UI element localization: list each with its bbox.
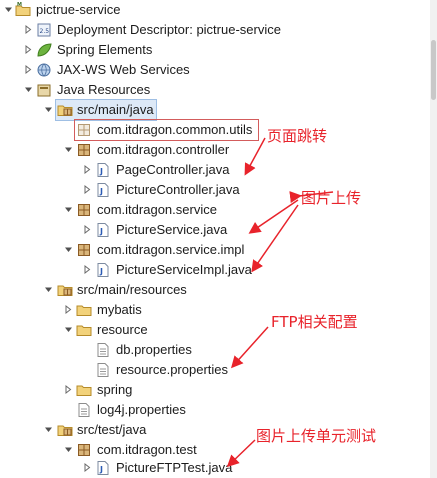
tree-label-mybatis: mybatis [97, 302, 142, 317]
java-file-icon [95, 262, 111, 278]
package-icon [76, 122, 92, 138]
tree-label-spring: spring [97, 382, 133, 397]
tree-row-spring-elements[interactable]: Spring Elements [0, 40, 430, 60]
folder-icon [76, 382, 92, 398]
tree-label-log4j-properties: log4j.properties [97, 402, 186, 417]
tree-label-service: com.itdragon.service [97, 202, 217, 217]
expand-arrow-icon[interactable] [24, 65, 33, 74]
java-file-icon [95, 162, 111, 178]
tree-row-project[interactable]: pictrue-service [0, 0, 430, 20]
tree-label-picture-service-impl: PictureServiceImpl.java [116, 262, 252, 277]
tree-label-db-properties: db.properties [116, 342, 192, 357]
tree-row-resource-properties[interactable]: resource.properties [0, 360, 430, 380]
tree-label-picture-service: PictureService.java [116, 222, 228, 237]
expand-arrow-icon[interactable] [83, 463, 92, 472]
collapse-arrow-icon[interactable] [64, 145, 73, 154]
scrollbar-thumb[interactable] [431, 40, 436, 100]
tree-row-picture-ftp-test[interactable]: PictureFTPTest.java [0, 458, 430, 478]
expand-arrow-icon[interactable] [83, 165, 92, 174]
expand-arrow-icon[interactable] [83, 185, 92, 194]
project-explorer-tree: pictrue-service Deployment Descriptor: p… [0, 0, 437, 478]
annotation-picture-upload: 图片上传 [301, 189, 362, 207]
package-icon [76, 442, 92, 458]
tree-label-controller: com.itdragon.controller [97, 142, 230, 157]
collapse-arrow-icon[interactable] [64, 205, 73, 214]
tree-row-spring[interactable]: spring [0, 380, 430, 400]
tree-label-src-main-resources: src/main/resources [77, 282, 187, 297]
collapse-arrow-icon[interactable] [4, 5, 13, 14]
tree-label-picture-controller: PictureController.java [116, 182, 240, 197]
java-interface-file-icon [95, 222, 111, 238]
tree-label-common-utils: com.itdragon.common.utils [97, 122, 253, 137]
collapse-arrow-icon[interactable] [44, 425, 53, 434]
java-file-icon [95, 460, 111, 476]
tree-label-resource-properties: resource.properties [116, 362, 228, 377]
annotation-unit-test: 图片上传单元测试 [256, 427, 377, 445]
tree-label-spring-elements: Spring Elements [57, 42, 153, 57]
package-icon [76, 142, 92, 158]
tree-label-service-impl: com.itdragon.service.impl [97, 242, 245, 257]
expand-arrow-icon[interactable] [83, 225, 92, 234]
source-folder-icon [57, 282, 73, 298]
java-resources-icon [36, 82, 52, 98]
tree-row-db-properties[interactable]: db.properties [0, 340, 430, 360]
tree-row-jaxws[interactable]: JAX-WS Web Services [0, 60, 430, 80]
collapse-arrow-icon[interactable] [44, 285, 53, 294]
vertical-scrollbar[interactable] [430, 0, 437, 478]
tree-label-page-controller: PageController.java [116, 162, 230, 177]
java-file-icon [95, 182, 111, 198]
collapse-arrow-icon[interactable] [64, 325, 73, 334]
tree-label-project: pictrue-service [36, 2, 121, 17]
tree-label-resource: resource [97, 322, 148, 337]
properties-file-icon [95, 362, 111, 378]
expand-arrow-icon[interactable] [24, 25, 33, 34]
expand-arrow-icon[interactable] [83, 265, 92, 274]
deployment-descriptor-icon [36, 22, 52, 38]
tree-row-resource[interactable]: resource [0, 320, 430, 340]
collapse-arrow-icon[interactable] [64, 445, 73, 454]
annotation-page-jump: 页面跳转 [267, 127, 328, 145]
tree-label-picture-ftp-test: PictureFTPTest.java [116, 460, 233, 475]
tree-label-test-package: com.itdragon.test [97, 442, 197, 457]
tree-row-picture-service-impl[interactable]: PictureServiceImpl.java [0, 260, 430, 280]
package-icon [76, 202, 92, 218]
folder-icon [76, 322, 92, 338]
expand-arrow-icon[interactable] [64, 385, 73, 394]
expand-arrow-icon[interactable] [64, 305, 73, 314]
collapse-arrow-icon[interactable] [64, 245, 73, 254]
web-services-icon [36, 62, 52, 78]
tree-row-src-main-resources[interactable]: src/main/resources [0, 280, 430, 300]
properties-file-icon [76, 402, 92, 418]
project-icon [15, 2, 31, 18]
package-icon [76, 242, 92, 258]
tree-row-log4j-properties[interactable]: log4j.properties [0, 400, 430, 420]
source-folder-icon [57, 422, 73, 438]
tree-label-src-test-java: src/test/java [77, 422, 147, 437]
tree-label-jaxws: JAX-WS Web Services [57, 62, 190, 77]
properties-file-icon [95, 342, 111, 358]
expand-arrow-icon[interactable] [24, 45, 33, 54]
tree-row-picture-controller[interactable]: PictureController.java [0, 180, 430, 200]
tree-row-service[interactable]: com.itdragon.service [0, 200, 430, 220]
collapse-arrow-icon[interactable] [44, 105, 53, 114]
tree-row-deployment-descriptor[interactable]: Deployment Descriptor: pictrue-service [0, 20, 430, 40]
tree-row-service-impl[interactable]: com.itdragon.service.impl [0, 240, 430, 260]
tree-row-java-resources[interactable]: Java Resources [0, 80, 430, 100]
tree-row-page-controller[interactable]: PageController.java [0, 160, 430, 180]
tree-row-mybatis[interactable]: mybatis [0, 300, 430, 320]
spring-leaf-icon [36, 42, 52, 58]
folder-icon [76, 302, 92, 318]
tree-row-controller[interactable]: com.itdragon.controller [0, 140, 430, 160]
tree-label-java-resources: Java Resources [57, 82, 151, 97]
tree-row-picture-service[interactable]: PictureService.java [0, 220, 430, 240]
source-folder-icon [57, 102, 73, 118]
collapse-arrow-icon[interactable] [24, 85, 33, 94]
tree-label-src-main-java: src/main/java [77, 102, 154, 117]
tree-label-deployment-descriptor: Deployment Descriptor: pictrue-service [57, 22, 281, 37]
annotation-ftp-config: FTP相关配置 [271, 313, 358, 331]
